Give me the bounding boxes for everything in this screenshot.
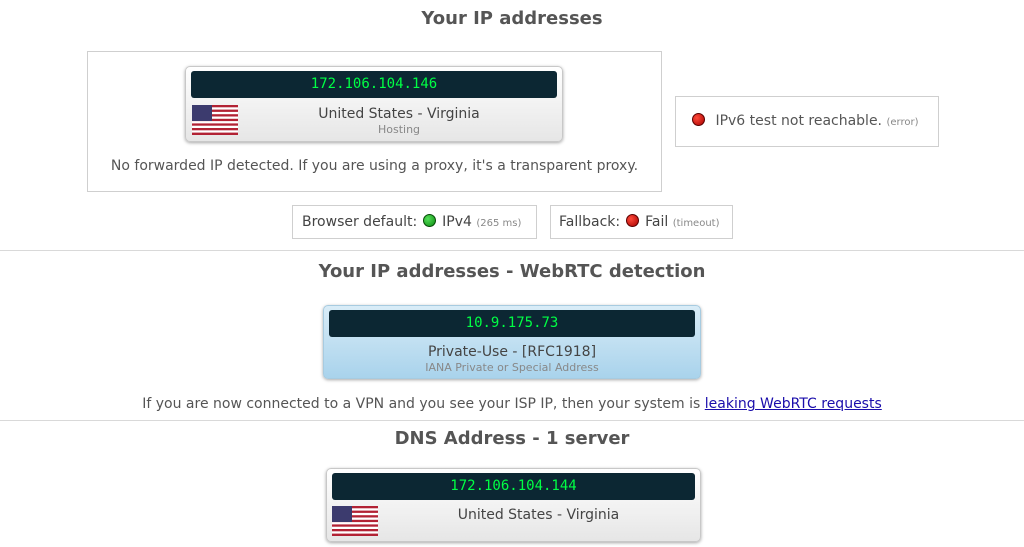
- leaking-webrtc-link[interactable]: leaking WebRTC requests: [705, 396, 882, 412]
- ip-info-frame: 172.106.104.146 United States - Virginia…: [87, 51, 662, 192]
- webrtc-section-title: Your IP addresses - WebRTC detection: [318, 261, 706, 282]
- ip-section-title: Your IP addresses: [421, 8, 603, 29]
- fallback-detail: (timeout): [672, 218, 720, 229]
- fallback-box: Fallback: Fail (timeout): [550, 205, 733, 239]
- browser-default-value: IPv4: [442, 214, 472, 230]
- webrtc-note-text: If you are now connected to a VPN and yo…: [142, 396, 701, 412]
- dns-ip-value[interactable]: 172.106.104.144: [332, 473, 695, 500]
- status-dot-icon: [626, 214, 640, 227]
- browser-default-box: Browser default: IPv4 (265 ms): [292, 205, 537, 239]
- webrtc-ip-type: IANA Private or Special Address: [425, 361, 599, 374]
- public-ip-card: 172.106.104.146 United States - Virginia…: [185, 66, 563, 142]
- ipv6-status-box: IPv6 test not reachable. (error): [675, 96, 939, 147]
- browser-default-label: Browser default:: [302, 214, 418, 230]
- webrtc-ip-card: 10.9.175.73 Private-Use - [RFC1918] IANA…: [323, 305, 701, 379]
- ipv6-status-text: IPv6 test not reachable.: [715, 113, 883, 129]
- status-dot-icon: [423, 214, 437, 227]
- dns-section-title: DNS Address - 1 server: [394, 428, 630, 449]
- section-divider: [0, 420, 1024, 421]
- dns-ip-card: 172.106.104.144 United States - Virginia: [326, 468, 701, 542]
- public-ip-type: Hosting: [377, 123, 421, 136]
- section-divider: [0, 250, 1024, 251]
- us-flag-icon: [332, 506, 378, 536]
- webrtc-ip-location: Private-Use - [RFC1918]: [427, 344, 597, 360]
- webrtc-ip-value[interactable]: 10.9.175.73: [329, 310, 695, 337]
- webrtc-note: If you are now connected to a VPN and yo…: [0, 396, 1024, 412]
- public-ip-value[interactable]: 172.106.104.146: [191, 71, 557, 98]
- ipv6-status-detail: (error): [886, 117, 919, 128]
- browser-default-detail: (265 ms): [476, 218, 522, 229]
- fallback-label: Fallback:: [559, 214, 621, 230]
- fallback-value: Fail: [645, 214, 669, 230]
- public-ip-location: United States - Virginia: [318, 106, 480, 122]
- us-flag-icon: [192, 105, 238, 135]
- status-dot-icon: [692, 113, 705, 126]
- forward-note: No forwarded IP detected. If you are usi…: [110, 158, 639, 174]
- dns-ip-location: United States - Virginia: [457, 507, 620, 523]
